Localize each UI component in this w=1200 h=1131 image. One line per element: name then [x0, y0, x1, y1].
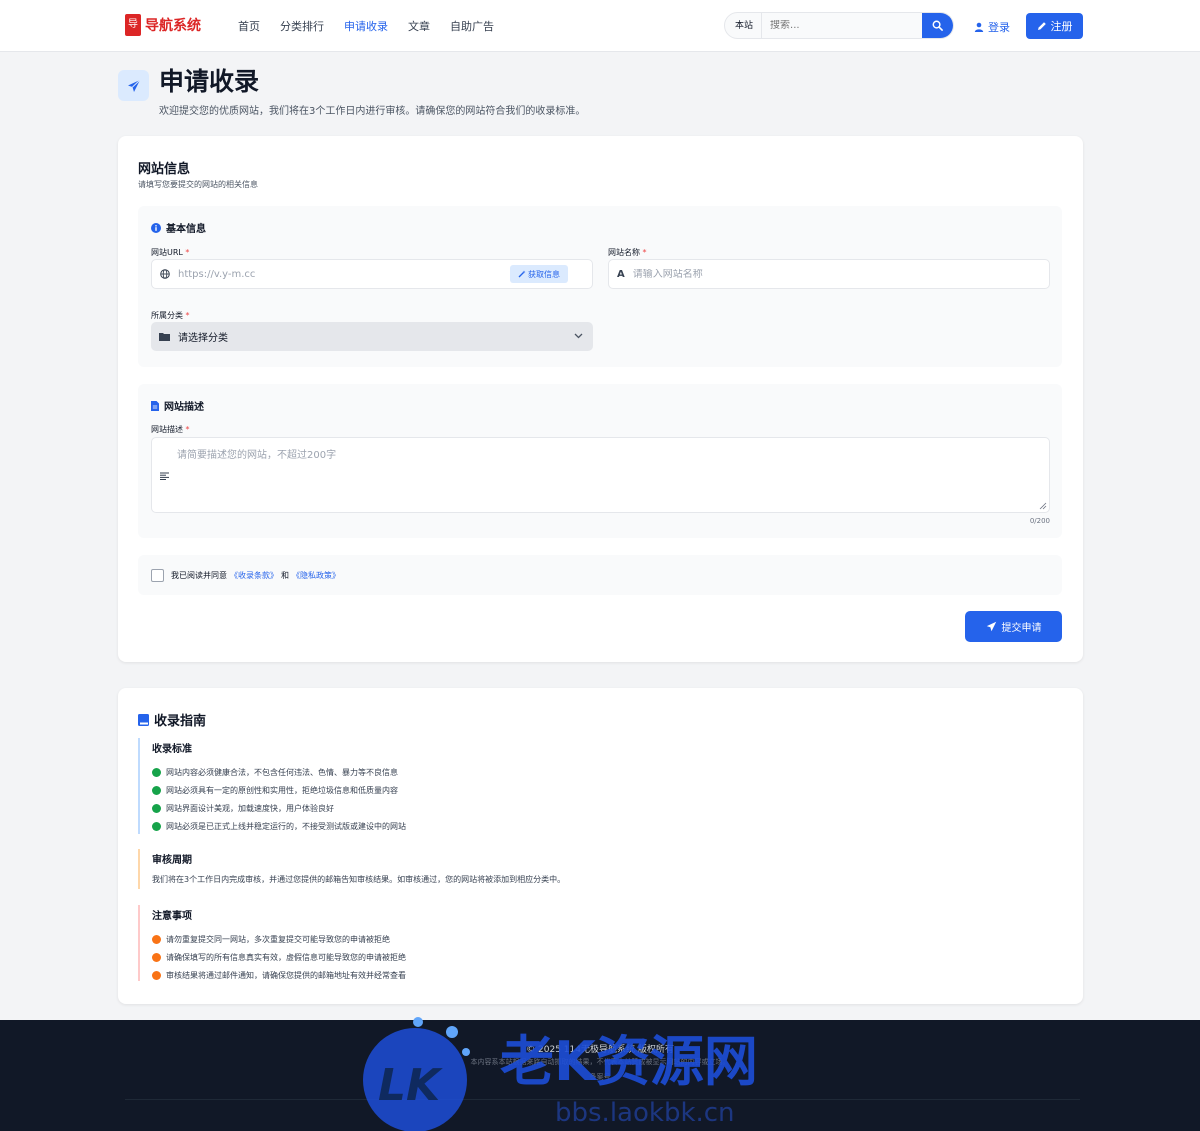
register-button[interactable]: 注册 — [1026, 13, 1083, 39]
watermark-logo-letters: LK — [378, 1060, 443, 1111]
exclamation-circle-icon — [152, 970, 161, 980]
url-field: 获取信息 — [151, 259, 593, 289]
guide-card: 收录指南 收录标准 网站内容必须健康合法，不包含任何违法、色情、暴力等不良信息 … — [118, 688, 1083, 1004]
category-select[interactable]: 请选择分类 — [151, 322, 593, 351]
paper-plane-icon — [986, 621, 996, 632]
logo-text: 导航系统 — [145, 18, 201, 34]
nav-home[interactable]: 首页 — [238, 18, 260, 34]
form-subtitle: 请填写您要提交的网站的相关信息 — [138, 180, 258, 189]
char-counter: 0/200 — [1029, 517, 1050, 525]
register-label: 注册 — [1050, 20, 1073, 33]
standards-section: 收录标准 网站内容必须健康合法，不包含任何违法、色情、暴力等不良信息 网站必须具… — [138, 738, 938, 834]
search-input[interactable] — [762, 20, 922, 31]
globe-icon — [160, 269, 170, 279]
nav-self-ads[interactable]: 自助广告 — [450, 18, 494, 34]
site-name-label: 网站名称 * — [608, 248, 647, 257]
list-item: 网站内容必须健康合法，不包含任何违法、色情、暴力等不良信息 — [152, 763, 938, 781]
search-button[interactable] — [922, 13, 953, 38]
fetch-info-button[interactable]: 获取信息 — [510, 265, 568, 283]
resize-handle-icon[interactable] — [1039, 502, 1047, 510]
notes-section: 注意事项 请勿重复提交同一网站，多次重复提交可能导致您的申请被拒绝 请确保填写的… — [138, 905, 938, 981]
paper-plane-badge — [118, 70, 149, 101]
pencil-icon — [1037, 22, 1046, 30]
terms-link[interactable]: 《收录条款》 — [230, 570, 278, 581]
list-item: 网站界面设计美观，加载速度快，用户体验良好 — [152, 799, 938, 817]
check-circle-icon — [152, 821, 161, 831]
top-header: 导 导航系统 首页 分类排行 申请收录 文章 自助广告 本站 登录 注册 — [0, 0, 1200, 52]
submit-button[interactable]: 提交申请 — [965, 611, 1062, 642]
magic-wand-icon — [518, 270, 526, 278]
nav-category-ranking[interactable]: 分类排行 — [280, 18, 324, 34]
description-heading: 网站描述 — [151, 398, 204, 413]
check-circle-icon — [152, 785, 161, 795]
nav-articles[interactable]: 文章 — [408, 18, 430, 34]
description-textarea[interactable] — [177, 446, 1037, 506]
review-cycle-text: 我们将在3个工作日内完成审核，并通过您提供的邮箱告知审核结果。如审核通过，您的网… — [152, 875, 566, 884]
list-item: 审核结果将通过邮件通知，请确保您提供的邮箱地址有效并经常查看 — [152, 966, 938, 984]
info-icon — [151, 222, 161, 233]
font-icon: A — [617, 268, 625, 280]
user-icon — [974, 22, 984, 32]
site-name-field: A — [608, 259, 1050, 289]
site-info-card: 网站信息 请填写您要提交的网站的相关信息 基本信息 网站URL * 获取信息 网… — [118, 136, 1083, 662]
basic-info-heading: 基本信息 — [151, 220, 206, 235]
check-circle-icon — [152, 803, 161, 813]
folder-icon — [159, 333, 170, 341]
category-label: 所属分类 * — [151, 311, 190, 320]
exclamation-circle-icon — [152, 952, 161, 962]
main-nav: 首页 分类排行 申请收录 文章 自助广告 — [238, 18, 494, 34]
standards-heading: 收录标准 — [152, 744, 192, 755]
description-section: 网站描述 网站描述 * 0/200 — [138, 384, 1062, 538]
site-logo[interactable]: 导 导航系统 — [125, 14, 201, 36]
watermark-url: bbs.laokbk.cn — [555, 1098, 735, 1128]
list-item: 网站必须具有一定的原创性和实用性，拒绝垃圾信息和低质量内容 — [152, 781, 938, 799]
watermark-text: 老K资源网 — [500, 1030, 758, 1093]
review-cycle-section: 审核周期 我们将在3个工作日内完成审核，并通过您提供的邮箱告知审核结果。如审核通… — [138, 849, 938, 889]
url-input[interactable] — [178, 268, 498, 280]
watermark: LK 老K资源网 bbs.laokbk.cn — [360, 1010, 840, 1131]
page-title: 申请收录 — [159, 67, 260, 96]
search-icon — [932, 20, 943, 31]
agreement-section: 我已阅读并同意 《收录条款》 和 《隐私政策》 — [138, 555, 1062, 595]
login-label: 登录 — [988, 21, 1010, 34]
review-cycle-heading: 审核周期 — [152, 855, 192, 866]
agree-checkbox[interactable] — [151, 569, 164, 582]
agreement-row: 我已阅读并同意 《收录条款》 和 《隐私政策》 — [151, 569, 343, 582]
form-title: 网站信息 — [138, 162, 191, 177]
list-item: 请确保填写的所有信息真实有效，虚假信息可能导致您的申请被拒绝 — [152, 948, 938, 966]
paper-plane-icon — [127, 79, 140, 92]
notes-heading: 注意事项 — [152, 911, 192, 922]
list-item: 网站必须是已正式上线并稳定运行的，不接受测试版或建设中的网站 — [152, 817, 938, 835]
file-icon — [151, 400, 159, 411]
privacy-link[interactable]: 《隐私政策》 — [292, 570, 340, 581]
chevron-down-icon — [574, 333, 583, 339]
check-circle-icon — [152, 767, 161, 777]
basic-info-section: 基本信息 网站URL * 获取信息 网站名称 * A 所属分类 * 请选择分类 — [138, 206, 1062, 367]
logo-seal-icon: 导 — [125, 14, 141, 36]
exclamation-circle-icon — [152, 934, 161, 944]
description-label: 网站描述 * — [151, 425, 190, 434]
align-left-icon — [160, 472, 169, 480]
url-label: 网站URL * — [151, 248, 190, 257]
search-scope-select[interactable]: 本站 — [725, 13, 763, 38]
page-subtitle: 欢迎提交您的优质网站，我们将在3个工作日内进行审核。请确保您的网站符合我们的收录… — [159, 106, 586, 117]
guide-title: 收录指南 — [138, 710, 206, 729]
nav-submit-site[interactable]: 申请收录 — [344, 18, 388, 34]
list-item: 请勿重复提交同一网站，多次重复提交可能导致您的申请被拒绝 — [152, 930, 938, 948]
book-icon — [138, 713, 149, 726]
site-name-input[interactable] — [632, 268, 1033, 280]
login-link[interactable]: 登录 — [974, 19, 1010, 35]
description-field — [151, 437, 1050, 513]
search-bar: 本站 — [724, 12, 954, 39]
watermark-graphic: LK 老K资源网 bbs.laokbk.cn — [363, 1017, 758, 1131]
